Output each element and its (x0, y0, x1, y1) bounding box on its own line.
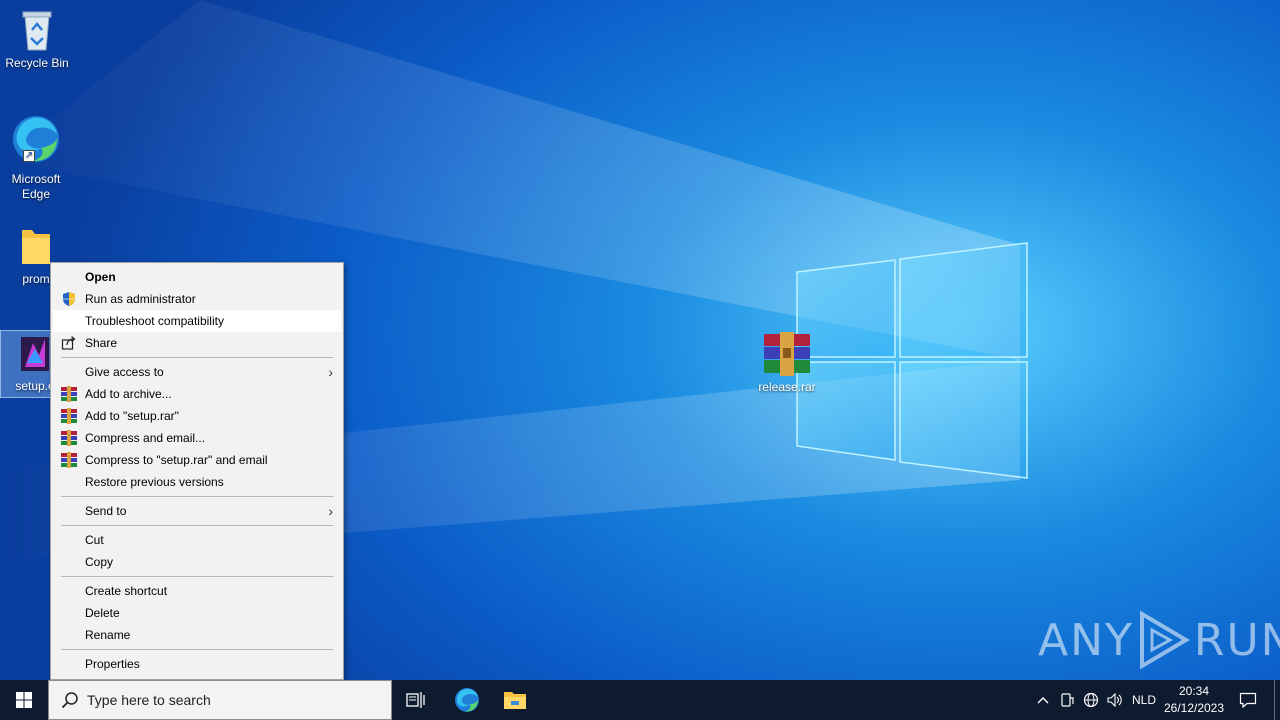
desktop-icon-label: Microsoft Edge (11, 172, 61, 201)
chevron-right-icon: › (328, 503, 333, 519)
menu-item-share[interactable]: Share (51, 332, 343, 354)
chevron-right-icon: › (328, 364, 333, 380)
device-icon (1061, 693, 1074, 707)
desktop-icon-microsoft-edge[interactable]: ↗ Microsoft Edge (0, 114, 72, 202)
menu-item-properties[interactable]: Properties (51, 653, 343, 675)
menu-item-give-access-to[interactable]: Give access to › (51, 361, 343, 383)
uac-shield-icon (63, 292, 75, 306)
menu-item-restore-previous-versions[interactable]: Restore previous versions (51, 471, 343, 493)
menu-item-cut[interactable]: Cut (51, 529, 343, 551)
start-button[interactable] (0, 680, 48, 720)
edge-icon (13, 116, 59, 162)
menu-item-open[interactable]: Open (51, 266, 343, 288)
taskbar-clock[interactable]: 20:34 26/12/2023 (1160, 683, 1228, 717)
desktop-icon-release-rar[interactable]: release.rar (751, 332, 823, 395)
device-tray-button[interactable] (1056, 680, 1078, 720)
desktop-icon-label: release.rar (758, 380, 816, 394)
desktop-icon-label: prom (22, 272, 50, 286)
menu-item-copy[interactable]: Copy (51, 551, 343, 573)
chevron-up-icon (1037, 697, 1049, 704)
globe-icon (1083, 692, 1099, 708)
menu-separator (61, 576, 333, 577)
taskbar-file-explorer-button[interactable] (491, 680, 539, 720)
menu-item-compress-to-setup-rar-and-email[interactable]: Compress to "setup.rar" and email (51, 449, 343, 471)
taskbar: Type here to search NLD 20:34 26/12/2023 (0, 680, 1280, 720)
input-language-button[interactable]: NLD (1128, 680, 1160, 720)
edge-icon (455, 688, 479, 712)
menu-item-troubleshoot-compatibility[interactable]: Troubleshoot compatibility (53, 310, 341, 332)
menu-item-create-shortcut[interactable]: Create shortcut (51, 580, 343, 602)
winrar-icon (61, 408, 77, 424)
taskbar-edge-button[interactable] (443, 680, 491, 720)
search-placeholder: Type here to search (87, 692, 211, 708)
show-hidden-icons-button[interactable] (1032, 680, 1054, 720)
recycle-bin-icon (22, 11, 52, 51)
taskbar-search-box[interactable]: Type here to search (48, 680, 392, 720)
menu-item-add-to-setup-rar[interactable]: Add to "setup.rar" (51, 405, 343, 427)
context-menu: Open Run as administrator Troubleshoot c… (50, 262, 344, 680)
menu-item-rename[interactable]: Rename (51, 624, 343, 646)
anyrun-watermark: ANY RUN (1038, 608, 1280, 672)
volume-tray-button[interactable] (1104, 680, 1126, 720)
file-explorer-icon (504, 692, 526, 709)
folder-icon (22, 230, 50, 264)
menu-separator (61, 525, 333, 526)
play-logo-icon (1139, 610, 1190, 670)
clock-time: 20:34 (1178, 684, 1210, 698)
desktop-icon-recycle-bin[interactable]: Recycle Bin (1, 8, 73, 71)
menu-separator (61, 496, 333, 497)
winrar-icon (61, 452, 77, 468)
menu-separator (61, 357, 333, 358)
menu-item-delete[interactable]: Delete (51, 602, 343, 624)
setup-app-icon (21, 337, 49, 371)
task-view-button[interactable] (392, 680, 440, 720)
desktop-icon-label: setup.e (15, 379, 55, 393)
action-center-button[interactable] (1234, 680, 1262, 720)
show-desktop-button[interactable] (1274, 680, 1280, 720)
menu-separator (61, 649, 333, 650)
task-view-icon (406, 692, 425, 708)
notification-icon (1239, 692, 1257, 708)
menu-item-add-to-archive[interactable]: Add to archive... (51, 383, 343, 405)
clock-date: 26/12/2023 (1163, 701, 1225, 715)
winrar-icon (61, 386, 77, 402)
network-tray-button[interactable] (1080, 680, 1102, 720)
speaker-icon (1107, 693, 1122, 707)
menu-item-send-to[interactable]: Send to › (51, 500, 343, 522)
menu-item-run-as-administrator[interactable]: Run as administrator (51, 288, 343, 310)
share-icon (61, 336, 76, 350)
search-icon (61, 692, 78, 709)
shortcut-arrow-icon: ↗ (23, 150, 35, 162)
winrar-archive-icon (764, 332, 810, 376)
menu-item-compress-and-email[interactable]: Compress and email... (51, 427, 343, 449)
windows-logo-icon (16, 692, 32, 708)
winrar-icon (61, 430, 77, 446)
desktop-icon-label: Recycle Bin (5, 56, 69, 70)
